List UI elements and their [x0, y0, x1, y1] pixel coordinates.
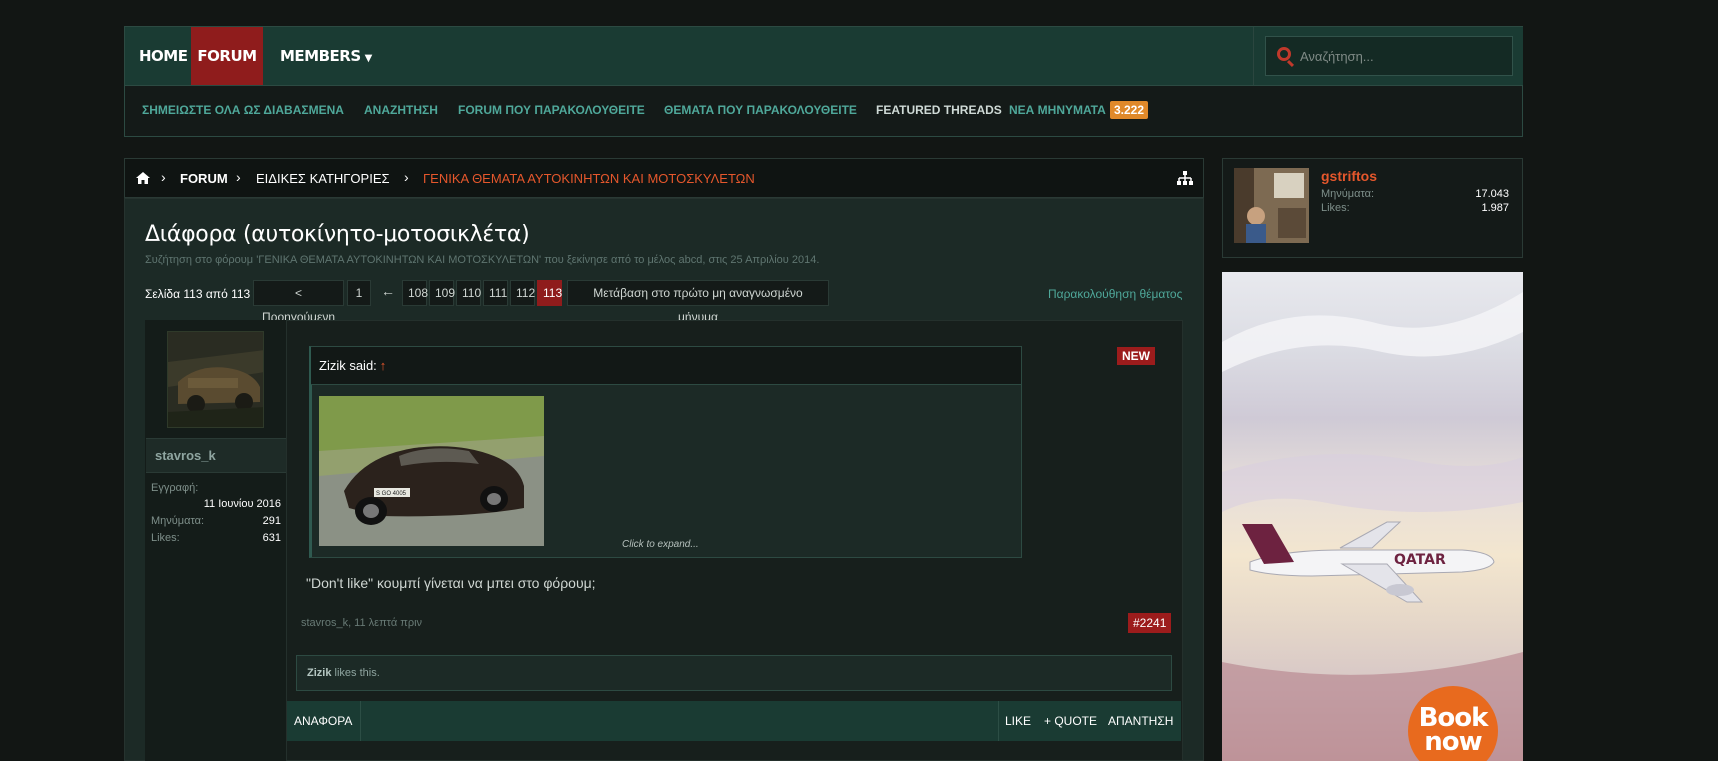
- previous-page-button[interactable]: < Προηγούμενη: [253, 280, 344, 324]
- thread-title: Διάφορα (αυτοκίνητο-μοτοσικλέτα): [145, 222, 530, 247]
- report-button[interactable]: ΑΝΑΦΟΡΑ: [294, 714, 352, 728]
- likes-text: Zizik likes this.: [307, 667, 380, 679]
- chevron-right-icon: ›: [404, 169, 409, 185]
- page-indicator: Σελίδα 113 από 113: [145, 287, 251, 301]
- user-info-value: 631: [262, 532, 281, 544]
- subnav-watched-forums[interactable]: FORUM ΠΟΥ ΠΑΡΑΚΟΛΟΥΘΕΙΤΕ: [458, 103, 645, 117]
- quoted-car-image[interactable]: S GO 4005: [319, 396, 544, 546]
- click-to-expand-link[interactable]: Click to expand...: [622, 539, 699, 550]
- action-divider: [998, 701, 999, 741]
- subnav-watched-threads[interactable]: ΘΕΜΑΤΑ ΠΟΥ ΠΑΡΑΚΟΛΟΥΘΕΙΤΕ: [664, 103, 857, 117]
- search-input[interactable]: [1300, 46, 1500, 66]
- likes-user-link[interactable]: Zizik: [307, 667, 331, 679]
- page-button-first[interactable]: 1: [347, 280, 371, 306]
- user-info-label: Likes:: [151, 532, 180, 544]
- likes-summary: [296, 655, 1172, 691]
- thread-description: Συζήτηση στο φόρουμ 'ΓΕΝΙΚΑ ΘΕΜΑΤΑ ΑΥΤΟΚ…: [145, 254, 820, 266]
- sitemap-icon[interactable]: [1177, 171, 1193, 185]
- chevron-down-icon: ▼: [364, 53, 373, 64]
- new-messages-count-badge[interactable]: 3.222: [1110, 101, 1149, 119]
- user-info-label: Εγγραφή:: [151, 482, 199, 494]
- user-info-list: Εγγραφή: 11 Ιουνίου 2016 Μηνύματα: 291 L…: [145, 482, 281, 544]
- ad-airplane-image: QATAR: [1222, 292, 1523, 761]
- quote-author-label: Zizik said:: [319, 358, 377, 373]
- home-icon[interactable]: [135, 171, 151, 185]
- username-link[interactable]: stavros_k: [155, 448, 216, 463]
- arrow-left-icon: ←: [381, 283, 395, 299]
- quote-header: [311, 347, 1021, 385]
- post-number-link[interactable]: #2241: [1128, 613, 1172, 633]
- user-info-value: 291: [262, 515, 281, 527]
- reply-button[interactable]: ΑΠΑΝΤΗΣΗ: [1108, 714, 1173, 728]
- advertisement-banner[interactable]: QATAR: [1222, 272, 1523, 761]
- visitor-avatar[interactable]: [1234, 168, 1309, 243]
- quote-author[interactable]: Zizik said: ↑: [319, 358, 386, 373]
- visitor-username[interactable]: gstriftos: [1321, 168, 1377, 184]
- subnav-search[interactable]: ΑΝΑΖΗΤΗΣΗ: [364, 103, 438, 117]
- car-photo: S GO 4005: [319, 396, 544, 546]
- breadcrumb: › FORUM › ΕΙΔΙΚΕΣ ΚΑΤΗΓΟΡΙΕΣ › ΓΕΝΙΚΑ ΘΕ…: [124, 158, 1204, 198]
- jump-to-unread-button[interactable]: Μετάβαση στο πρώτο μη αναγνωσμένο μήνυμα: [567, 280, 829, 324]
- chevron-right-icon: ›: [236, 169, 241, 185]
- nav-members-label: MEMBERS: [280, 47, 361, 65]
- watch-thread-link[interactable]: Παρακολούθηση θέματος: [1048, 287, 1182, 301]
- breadcrumb-special-categories[interactable]: ΕΙΔΙΚΕΣ ΚΑΤΗΓΟΡΙΕΣ: [256, 171, 390, 186]
- user-info-label: Μηνύματα:: [151, 515, 205, 527]
- chevron-right-icon: ›: [161, 169, 166, 185]
- user-info-value: 11 Ιουνίου 2016: [203, 498, 281, 510]
- page-button[interactable]: 112: [510, 280, 535, 306]
- visitor-likes-value: 1.987: [1481, 202, 1509, 214]
- page-button[interactable]: 108: [402, 280, 428, 306]
- arrow-up-icon[interactable]: ↑: [380, 358, 387, 373]
- avatar-image: [168, 332, 263, 427]
- visitor-avatar-image: [1234, 168, 1309, 243]
- quote-button[interactable]: + QUOTE: [1044, 714, 1097, 728]
- breadcrumb-forum[interactable]: FORUM: [180, 171, 228, 186]
- book-now-line2: now: [1424, 727, 1482, 757]
- ad-airline-text: QATAR: [1394, 552, 1446, 568]
- breadcrumb-current-forum[interactable]: ΓΕΝΙΚΑ ΘΕΜΑΤΑ ΑΥΤΟΚΙΝΗΤΩΝ ΚΑΙ ΜΟΤΟΣΚΥΛΕΤ…: [423, 171, 755, 186]
- nav-tab-members[interactable]: MEMBERS ▼: [280, 27, 372, 85]
- page-button[interactable]: 110: [456, 280, 481, 306]
- likes-suffix: likes this.: [331, 667, 380, 679]
- visitor-messages-label: Μηνύματα:: [1321, 188, 1375, 200]
- visitor-likes-label: Likes:: [1321, 202, 1350, 214]
- nav-tab-home[interactable]: HOME: [139, 27, 188, 85]
- message-text: "Don't like" κουμπί γίνεται να μπει στο …: [306, 575, 596, 591]
- nav-tab-forum[interactable]: FORUM: [191, 27, 263, 85]
- page-button[interactable]: 111: [483, 280, 508, 306]
- subnav-mark-all-read[interactable]: ΣΗΜΕΙΩΣΤΕ ΟΛΑ ΩΣ ΔΙΑΒΑΣΜΕΝΑ: [142, 103, 344, 117]
- avatar[interactable]: [167, 331, 264, 428]
- message-meta[interactable]: stavros_k, 11 λεπτά πριν: [301, 617, 422, 629]
- sub-navigation-bar: ΣΗΜΕΙΩΣΤΕ ΟΛΑ ΩΣ ΔΙΑΒΑΣΜΕΝΑ ΑΝΑΖΗΤΗΣΗ FO…: [124, 86, 1523, 137]
- page-button-current[interactable]: 113: [537, 280, 562, 306]
- subnav-new-messages[interactable]: ΝΕΑ ΜΗΝΥΜΑΤΑ: [1009, 103, 1106, 117]
- visitor-messages-value: 17.043: [1475, 188, 1509, 200]
- page-button[interactable]: 109: [429, 280, 455, 306]
- new-post-badge: NEW: [1117, 347, 1155, 365]
- subnav-featured-threads[interactable]: FEATURED THREADS: [876, 103, 1002, 117]
- like-button[interactable]: LIKE: [1005, 714, 1031, 728]
- search-icon[interactable]: [1277, 47, 1291, 61]
- license-plate-text: S GO 4005: [376, 491, 407, 497]
